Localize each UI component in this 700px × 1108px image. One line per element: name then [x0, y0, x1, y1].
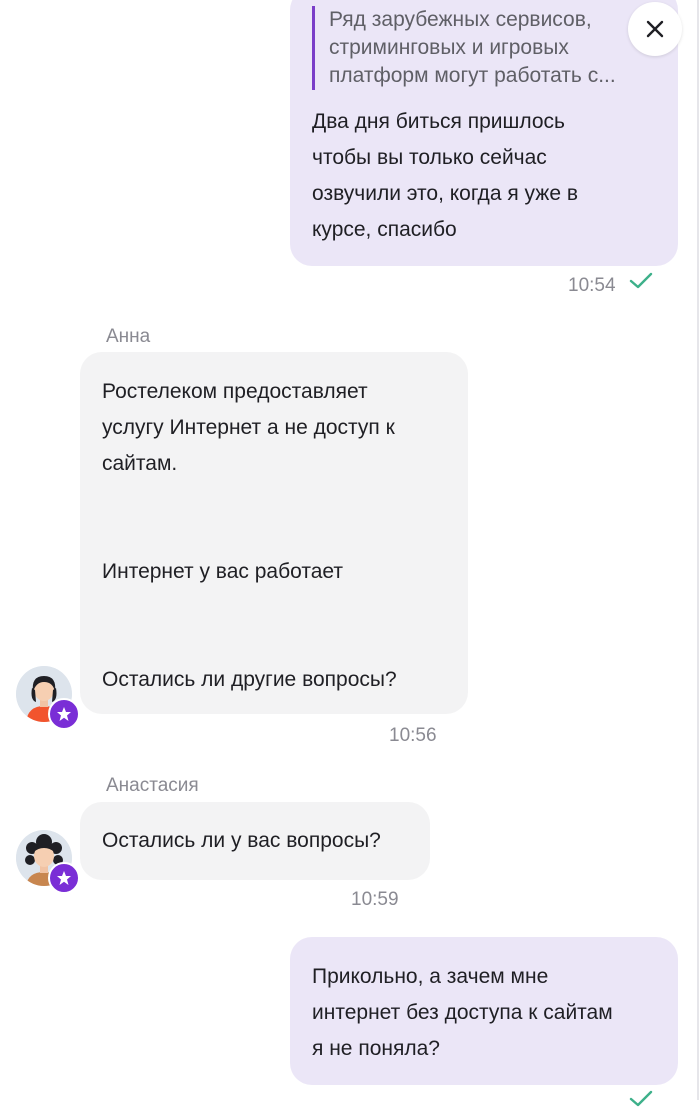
quoted-message[interactable]: Ряд зарубежных сервисов, стриминговых и …: [312, 6, 649, 90]
message-text: Прикольно, а зачем мне интернет без дост…: [312, 965, 613, 1060]
message-text: Ростелеком предоставляет услугу Интернет…: [102, 380, 397, 691]
close-quote-button[interactable]: [628, 2, 682, 56]
scrollbar[interactable]: [697, 0, 699, 1100]
operator-avatar: [16, 666, 80, 730]
message-text: Два дня биться пришлось чтобы вы только …: [312, 110, 578, 241]
star-icon: [57, 871, 71, 885]
check-icon: [629, 1090, 653, 1107]
incoming-message[interactable]: Ростелеком предоставляет услугу Интернет…: [80, 352, 468, 714]
message-time: 10:59: [351, 889, 399, 910]
close-icon: [646, 20, 664, 38]
operator-badge: [48, 862, 80, 894]
star-icon: [57, 707, 71, 721]
message-text: Остались ли у вас вопросы?: [102, 829, 381, 852]
sender-name: Анастасия: [106, 775, 199, 796]
message-time: 10:56: [389, 725, 437, 746]
outgoing-message[interactable]: Ряд зарубежных сервисов, стриминговых и …: [290, 0, 678, 266]
outgoing-message[interactable]: Прикольно, а зачем мне интернет без дост…: [290, 937, 678, 1085]
operator-avatar: [16, 830, 80, 894]
incoming-message[interactable]: Остались ли у вас вопросы?: [80, 802, 430, 880]
chat-thread[interactable]: Ряд зарубежных сервисов, стриминговых и …: [0, 0, 700, 1107]
message-time: 10:54: [568, 275, 616, 296]
check-icon: [629, 272, 653, 289]
sender-name: Анна: [106, 326, 151, 347]
operator-badge: [48, 698, 80, 730]
